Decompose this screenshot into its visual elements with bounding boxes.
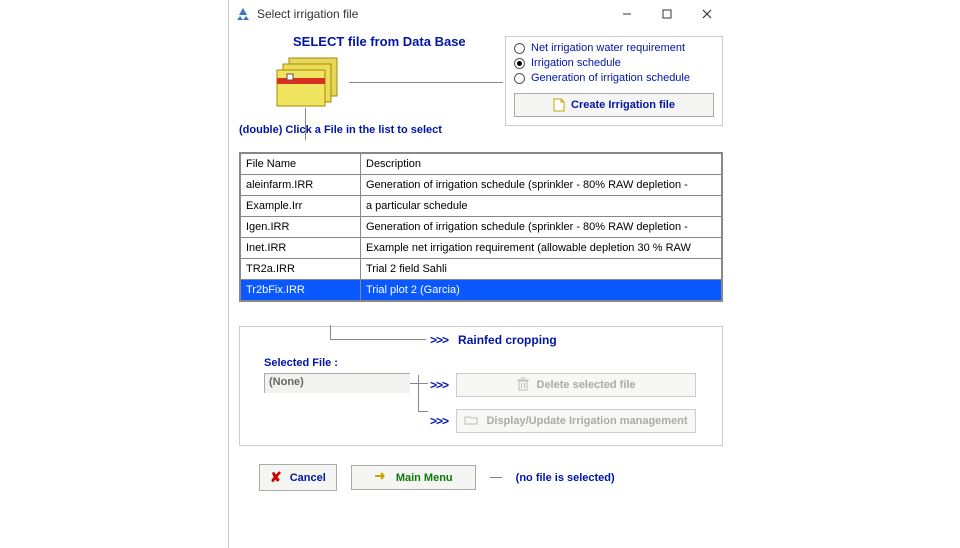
arrow-icon: >>>: [430, 414, 448, 428]
maximize-button[interactable]: [647, 2, 687, 26]
options-group: Net irrigation water requirement Irrigat…: [505, 36, 723, 126]
new-file-icon: [553, 98, 565, 112]
radio-irrigation-schedule[interactable]: Irrigation schedule: [514, 57, 714, 69]
close-icon: ✘: [270, 469, 282, 486]
bottom-bar: ✘ Cancel Main Menu (no file is selected): [239, 464, 723, 491]
rainfed-cropping-label[interactable]: Rainfed cropping: [458, 333, 557, 347]
folder-icon: [275, 52, 347, 111]
file-table[interactable]: File Name Description aleinfarm.IRRGener…: [239, 152, 723, 302]
cell-filename: aleinfarm.IRR: [241, 175, 361, 196]
selected-file-value: (None): [264, 373, 410, 393]
radio-label: Irrigation schedule: [531, 57, 621, 69]
delete-selected-file-button: Delete selected file: [456, 373, 696, 397]
selected-file-label: Selected File :: [264, 357, 338, 369]
cancel-button[interactable]: ✘ Cancel: [259, 464, 337, 491]
table-row[interactable]: Example.Irra particular schedule: [241, 196, 722, 217]
column-header-filename[interactable]: File Name: [241, 154, 361, 175]
window-title: Select irrigation file: [257, 7, 607, 21]
button-label: Delete selected file: [537, 379, 636, 391]
cell-description: Generation of irrigation schedule (sprin…: [361, 175, 722, 196]
selected-file-panel: >>> Rainfed cropping Selected File : (No…: [239, 326, 723, 446]
database-heading: SELECT file from Data Base: [293, 34, 466, 49]
radio-icon: [514, 58, 525, 69]
dialog-window: Select irrigation file SELECT file from …: [228, 0, 733, 548]
radio-label: Generation of irrigation schedule: [531, 72, 690, 84]
cell-filename: Inet.IRR: [241, 238, 361, 259]
button-label: Display/Update Irrigation management: [486, 415, 687, 427]
radio-net-irrigation[interactable]: Net irrigation water requirement: [514, 42, 714, 54]
cell-description: a particular schedule: [361, 196, 722, 217]
radio-generation-schedule[interactable]: Generation of irrigation schedule: [514, 72, 714, 84]
cell-filename: Igen.IRR: [241, 217, 361, 238]
cell-filename: Example.Irr: [241, 196, 361, 217]
cell-description: Example net irrigation requirement (allo…: [361, 238, 722, 259]
hand-point-icon: [374, 470, 390, 485]
button-label: Cancel: [290, 472, 326, 484]
minimize-button[interactable]: [607, 2, 647, 26]
radio-icon: [514, 43, 525, 54]
radio-label: Net irrigation water requirement: [531, 42, 685, 54]
column-header-description[interactable]: Description: [361, 154, 722, 175]
table-row[interactable]: Igen.IRRGeneration of irrigation schedul…: [241, 217, 722, 238]
create-irrigation-file-button[interactable]: Create Irrigation file: [514, 93, 714, 117]
button-label: Create Irrigation file: [571, 99, 675, 111]
arrow-icon: >>>: [430, 378, 448, 392]
display-update-button: Display/Update Irrigation management: [456, 409, 696, 433]
titlebar: Select irrigation file: [229, 0, 733, 28]
folder-open-icon: [464, 414, 478, 429]
status-text: (no file is selected): [516, 472, 615, 484]
main-menu-button[interactable]: Main Menu: [351, 465, 476, 490]
table-row[interactable]: TR2a.IRRTrial 2 field Sahli: [241, 259, 722, 280]
radio-icon: [514, 73, 525, 84]
cell-description: Trial 2 field Sahli: [361, 259, 722, 280]
table-row[interactable]: aleinfarm.IRRGeneration of irrigation sc…: [241, 175, 722, 196]
double-click-instruction: (double) Click a File in the list to sel…: [239, 124, 442, 136]
cell-description: Generation of irrigation schedule (sprin…: [361, 217, 722, 238]
cell-description: Trial plot 2 (Garcia): [361, 280, 722, 301]
cell-filename: Tr2bFix.IRR: [241, 280, 361, 301]
table-row[interactable]: Tr2bFix.IRRTrial plot 2 (Garcia): [241, 280, 722, 301]
button-label: Main Menu: [396, 472, 453, 484]
app-icon: [235, 6, 251, 22]
trash-icon: [517, 377, 529, 394]
cell-filename: TR2a.IRR: [241, 259, 361, 280]
table-row[interactable]: Inet.IRRExample net irrigation requireme…: [241, 238, 722, 259]
arrow-icon: >>>: [430, 333, 448, 347]
close-button[interactable]: [687, 2, 727, 26]
